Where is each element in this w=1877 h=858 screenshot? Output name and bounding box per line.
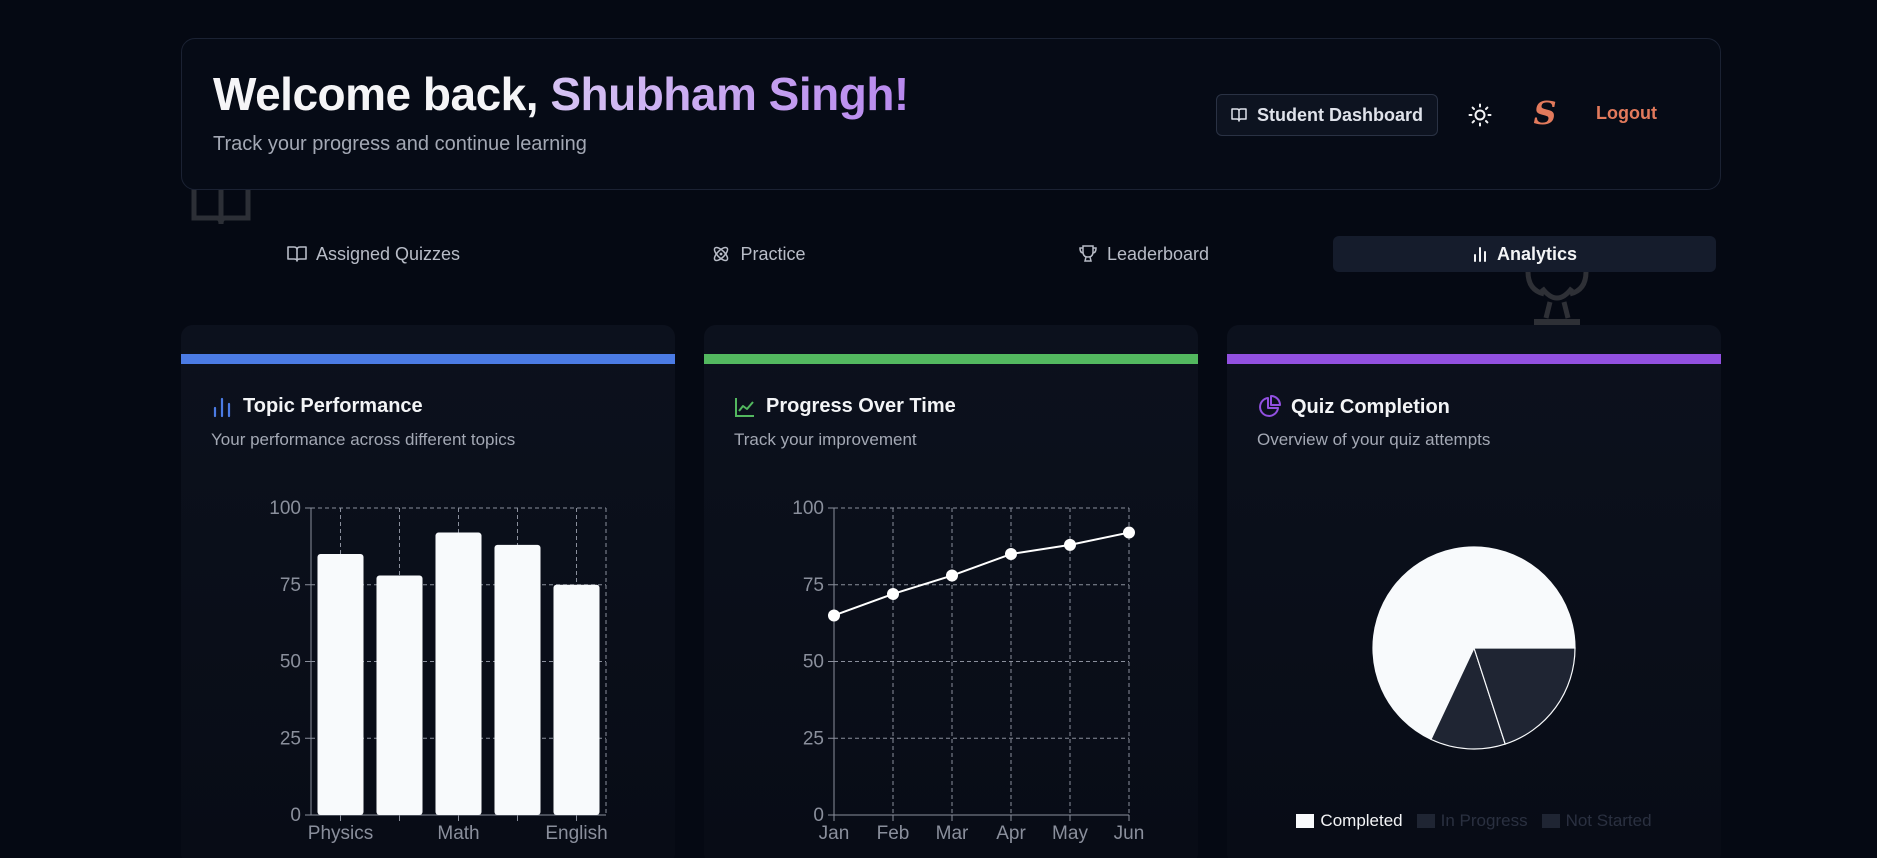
bar — [376, 575, 423, 815]
header-card: Welcome back, Shubham Singh! Track your … — [181, 38, 1721, 190]
tab-label: Leaderboard — [1106, 243, 1210, 264]
quiz-completion-chart — [1372, 546, 1576, 750]
legend-item[interactable]: Completed — [1296, 811, 1403, 831]
series-line — [833, 531, 1130, 617]
trophy-icon — [1079, 245, 1097, 262]
atom-icon — [714, 246, 729, 262]
theme-toggle-button[interactable] — [1466, 101, 1494, 129]
student-dashboard-button[interactable]: Student Dashboard — [1216, 94, 1438, 136]
x-tick-label: Apr — [996, 823, 1026, 844]
legend-swatch — [1296, 814, 1315, 828]
x-tick-label: May — [1052, 823, 1088, 844]
welcome-prefix: Welcome back, — [213, 68, 551, 120]
data-point — [828, 609, 840, 622]
legend-swatch — [1416, 814, 1435, 828]
data-point — [1123, 526, 1135, 539]
x-tick-label: Jun — [1114, 823, 1145, 844]
topic-performance-chart: 0 25 50 75 100 Physics Math English — [269, 498, 607, 844]
x-tick-label: English — [545, 823, 607, 844]
logout-button[interactable]: Logout — [1596, 103, 1657, 124]
legend-item[interactable]: In Progress — [1416, 811, 1528, 831]
welcome-heading: Welcome back, Shubham Singh! — [213, 67, 909, 121]
legend-label: In Progress — [1440, 811, 1528, 830]
data-point — [1005, 548, 1017, 561]
x-tick-label: Mar — [936, 823, 969, 844]
welcome-subtitle: Track your progress and continue learnin… — [213, 133, 587, 155]
tab-label: Analytics — [1496, 243, 1578, 264]
quiz-completion-card: Quiz Completion Overview of your quiz at… — [1227, 325, 1721, 858]
bar-chart-icon — [1473, 247, 1486, 262]
y-tick-label: 0 — [290, 805, 301, 826]
bar — [435, 532, 482, 815]
data-point — [1064, 538, 1076, 551]
tab-analytics[interactable]: Analytics — [1333, 236, 1716, 272]
tab-assigned-quizzes[interactable]: Assigned Quizzes — [181, 236, 566, 272]
book-open-icon — [287, 246, 307, 262]
x-tick-label: Feb — [877, 823, 910, 844]
bar — [317, 554, 364, 815]
topic-performance-card: Topic Performance Your performance acros… — [181, 325, 675, 858]
x-tick-label: Jan — [819, 823, 850, 844]
legend-swatch — [1541, 814, 1560, 828]
y-tick-label: 100 — [269, 498, 301, 519]
legend-item[interactable]: Not Started — [1541, 811, 1652, 831]
legend-label: Completed — [1320, 811, 1403, 830]
tab-practice[interactable]: Practice — [566, 236, 951, 272]
pie-legend: Completed In Progress Not Started — [1227, 811, 1721, 831]
dashboard-button-label: Student Dashboard — [1256, 104, 1423, 125]
bar — [494, 544, 541, 815]
y-tick-label: 50 — [803, 652, 824, 673]
y-tick-label: 25 — [280, 728, 301, 749]
y-tick-label: 75 — [280, 575, 301, 596]
y-tick-label: 50 — [280, 652, 301, 673]
y-tick-label: 25 — [803, 728, 824, 749]
y-tick-label: 100 — [792, 498, 824, 519]
bar — [553, 584, 600, 815]
y-tick-label: 75 — [803, 575, 824, 596]
avatar[interactable]: S — [1530, 93, 1560, 133]
tab-leaderboard[interactable]: Leaderboard — [951, 236, 1336, 272]
x-tick-label: Physics — [308, 823, 373, 844]
data-point — [946, 569, 958, 582]
sun-icon — [1468, 103, 1492, 127]
progress-over-time-card: Progress Over Time Track your improvemen… — [704, 325, 1198, 858]
tab-label: Practice — [740, 243, 806, 264]
tab-label: Assigned Quizzes — [315, 243, 461, 264]
tab-bar: Assigned Quizzes Practice Leaderboard An… — [181, 236, 1721, 272]
book-open-icon — [1231, 108, 1247, 122]
trophy-watermark-icon — [1525, 271, 1589, 325]
x-tick-label: Math — [437, 823, 479, 844]
user-name: Shubham Singh! — [550, 68, 909, 120]
progress-over-time-chart: 0255075100Jan Feb Mar Apr May Jun — [792, 498, 1145, 844]
data-point — [887, 587, 899, 600]
legend-label: Not Started — [1565, 811, 1652, 830]
